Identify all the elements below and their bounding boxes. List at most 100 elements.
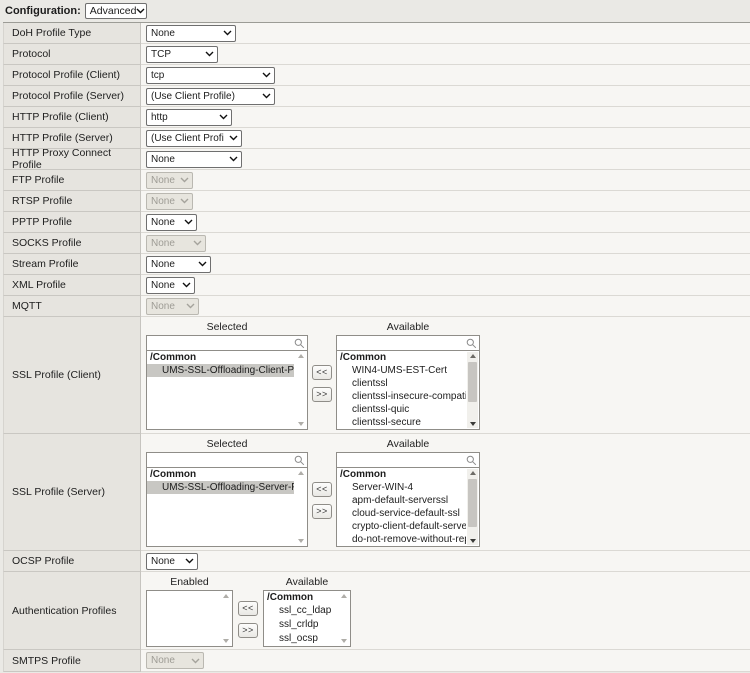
- select-value: None: [151, 28, 175, 39]
- ssl-server-available-searchbox: [336, 452, 480, 467]
- field-cell: TCP: [141, 44, 750, 65]
- ssl-server-selected-search-input[interactable]: [147, 455, 294, 466]
- list-item[interactable]: crypto-server-default-clientssl: [337, 429, 466, 430]
- row-label: SOCKS Profile: [3, 233, 141, 254]
- doh-profile-type-select[interactable]: None: [146, 25, 236, 42]
- list-item[interactable]: clientssl-secure: [337, 416, 466, 429]
- list-group-label: /Common: [147, 468, 294, 481]
- scrollbar[interactable]: [220, 592, 231, 645]
- configuration-select[interactable]: Advanced: [85, 3, 147, 19]
- scroll-up-icon[interactable]: [298, 354, 304, 358]
- ssl-client-available-search-input[interactable]: [337, 338, 466, 349]
- scrollbar[interactable]: [295, 352, 306, 428]
- list-item[interactable]: f5aas-default-ssl: [337, 546, 466, 547]
- move-left-button[interactable]: <<: [238, 601, 258, 616]
- list-item[interactable]: UMS-SSL-Offloading-Client-Profile: [147, 364, 294, 377]
- selected-header: Selected: [146, 438, 308, 452]
- ssl-client-selected-search-input[interactable]: [147, 338, 294, 349]
- enabled-header: Enabled: [146, 576, 233, 590]
- scrollbar-thumb[interactable]: [468, 362, 477, 402]
- auth-available-list: /Common ssl_cc_ldap ssl_crldp ssl_ocsp: [263, 590, 351, 647]
- mqtt-select: None: [146, 298, 199, 315]
- list-item[interactable]: cloud-service-default-ssl: [337, 507, 466, 520]
- move-right-button[interactable]: >>: [312, 504, 332, 519]
- scroll-up-icon[interactable]: [470, 354, 476, 358]
- scroll-down-icon[interactable]: [470, 539, 476, 543]
- row-label: SMTPS Profile: [3, 650, 141, 672]
- protocol-select[interactable]: TCP: [146, 46, 218, 63]
- move-left-button[interactable]: <<: [312, 482, 332, 497]
- row-ssl-profile-server: SSL Profile (Server) Selected /Common UM…: [3, 434, 750, 551]
- chevron-down-icon: [186, 303, 195, 309]
- http-proxy-connect-profile-select[interactable]: None: [146, 151, 242, 168]
- available-header: Available: [336, 438, 480, 452]
- scroll-up-icon[interactable]: [298, 471, 304, 475]
- chevron-down-icon: [184, 219, 193, 225]
- ssl-server-available-search-input[interactable]: [337, 455, 466, 466]
- list-item[interactable]: ssl_ocsp: [264, 632, 337, 646]
- scroll-down-icon[interactable]: [298, 422, 304, 426]
- chevron-down-icon: [191, 658, 200, 664]
- ocsp-profile-select[interactable]: None: [146, 553, 198, 570]
- auth-enabled-list: [146, 590, 233, 647]
- scrollbar[interactable]: [338, 592, 349, 645]
- select-value: None: [151, 280, 175, 291]
- row-label: Protocol: [3, 44, 141, 65]
- field-cell: None: [141, 551, 750, 572]
- move-left-button[interactable]: <<: [312, 365, 332, 380]
- chevron-down-icon: [198, 261, 207, 267]
- select-value: None: [151, 301, 175, 312]
- list-item[interactable]: UMS-SSL-Offloading-Server-Profile: [147, 481, 294, 494]
- list-item[interactable]: ssl_crldp: [264, 618, 337, 632]
- list-item[interactable]: Server-WIN-4: [337, 481, 466, 494]
- scroll-down-icon[interactable]: [470, 422, 476, 426]
- ssl-server-selected-list: /Common UMS-SSL-Offloading-Server-Profil…: [146, 467, 308, 547]
- list-item[interactable]: do-not-remove-without-replacement: [337, 533, 466, 546]
- row-label: Protocol Profile (Server): [3, 86, 141, 107]
- selected-header: Selected: [146, 321, 308, 335]
- list-item[interactable]: apm-default-serverssl: [337, 494, 466, 507]
- move-right-button[interactable]: >>: [312, 387, 332, 402]
- scroll-up-icon[interactable]: [341, 594, 347, 598]
- scroll-down-icon[interactable]: [298, 539, 304, 543]
- list-item[interactable]: clientssl-insecure-compatible: [337, 390, 466, 403]
- move-right-button[interactable]: >>: [238, 623, 258, 638]
- scroll-down-icon[interactable]: [341, 639, 347, 643]
- list-item[interactable]: WIN4-UMS-EST-Cert: [337, 364, 466, 377]
- ssl-client-selected-searchbox: [146, 335, 308, 350]
- scrollbar[interactable]: [467, 352, 478, 428]
- row-label: HTTP Profile (Client): [3, 107, 141, 128]
- row-label: HTTP Profile (Server): [3, 128, 141, 149]
- scrollbar[interactable]: [467, 469, 478, 545]
- field-cell: Selected /Common UMS-SSL-Offloading-Serv…: [141, 434, 750, 551]
- list-item[interactable]: ssl_cc_ldap: [264, 604, 337, 618]
- xml-profile-select[interactable]: None: [146, 277, 195, 294]
- list-item[interactable]: clientssl-quic: [337, 403, 466, 416]
- list-item[interactable]: crypto-client-default-serverssl: [337, 520, 466, 533]
- scroll-up-icon[interactable]: [470, 471, 476, 475]
- scroll-up-icon[interactable]: [223, 594, 229, 598]
- stream-profile-select[interactable]: None: [146, 256, 211, 273]
- select-value: http: [151, 112, 168, 123]
- rtsp-profile-select: None: [146, 193, 193, 210]
- pptp-profile-select[interactable]: None: [146, 214, 197, 231]
- field-cell: (Use Client Profile): [141, 128, 750, 149]
- available-header: Available: [263, 576, 351, 590]
- row-label: Protocol Profile (Client): [3, 65, 141, 86]
- row-label: OCSP Profile: [3, 551, 141, 572]
- list-item[interactable]: clientssl: [337, 377, 466, 390]
- select-value: None: [151, 154, 175, 165]
- row-label: Authentication Profiles: [3, 572, 141, 650]
- scrollbar-thumb[interactable]: [468, 479, 477, 527]
- row-smtps-profile: SMTPS Profile None: [3, 650, 750, 672]
- field-cell: None: [141, 212, 750, 233]
- protocol-profile-client-select[interactable]: tcp: [146, 67, 275, 84]
- http-profile-server-select[interactable]: (Use Client Profile): [146, 130, 242, 147]
- row-label: XML Profile: [3, 275, 141, 296]
- http-profile-client-select[interactable]: http: [146, 109, 232, 126]
- list-group-label: /Common: [264, 591, 337, 604]
- ssl-server-selected-searchbox: [146, 452, 308, 467]
- protocol-profile-server-select[interactable]: (Use Client Profile): [146, 88, 275, 105]
- scrollbar[interactable]: [295, 469, 306, 545]
- scroll-down-icon[interactable]: [223, 639, 229, 643]
